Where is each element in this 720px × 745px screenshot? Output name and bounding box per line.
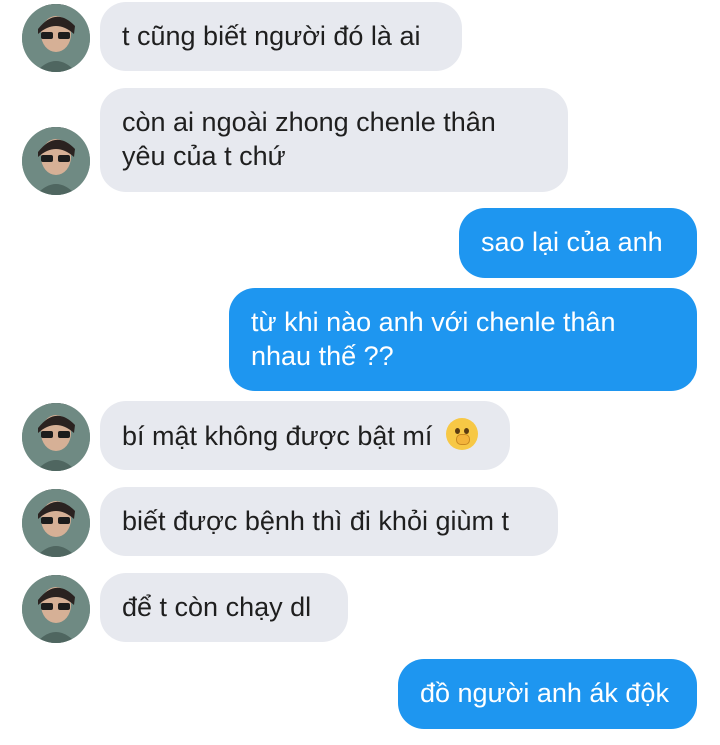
incoming-message-bubble[interactable]: để t còn chạy dl bbox=[100, 573, 348, 642]
outgoing-message-bubble[interactable]: từ khi nào anh với chenle thân nhau thế … bbox=[229, 288, 697, 391]
contact-avatar[interactable] bbox=[22, 127, 90, 195]
message-text: t cũng biết người đó là ai bbox=[122, 21, 421, 51]
message-text: biết được bệnh thì đi khỏi giùm t bbox=[122, 506, 509, 536]
contact-avatar[interactable] bbox=[22, 489, 90, 557]
contact-avatar[interactable] bbox=[22, 4, 90, 72]
message-text: còn ai ngoài zhong chenle thân yêu của t… bbox=[122, 107, 496, 171]
avatar-photo-icon bbox=[22, 4, 90, 72]
outgoing-message-bubble[interactable]: đồ người anh ák độk bbox=[398, 659, 697, 729]
avatar-photo-icon bbox=[22, 127, 90, 195]
outgoing-message-bubble[interactable]: sao lại của anh bbox=[459, 208, 697, 278]
message-text: bí mật không được bật mí bbox=[122, 421, 433, 451]
incoming-message-bubble[interactable]: bí mật không được bật mí bbox=[100, 401, 510, 470]
shushing-face-icon bbox=[445, 418, 478, 450]
incoming-message-bubble[interactable]: t cũng biết người đó là ai bbox=[100, 2, 462, 71]
incoming-message-bubble[interactable]: biết được bệnh thì đi khỏi giùm t bbox=[100, 487, 558, 556]
message-text: từ khi nào anh với chenle thân nhau thế … bbox=[251, 307, 616, 371]
contact-avatar[interactable] bbox=[22, 403, 90, 471]
message-text: đồ người anh ák độk bbox=[420, 678, 669, 708]
avatar-photo-icon bbox=[22, 575, 90, 643]
message-text: sao lại của anh bbox=[481, 227, 663, 257]
avatar-photo-icon bbox=[22, 489, 90, 557]
avatar-photo-icon bbox=[22, 403, 90, 471]
incoming-message-bubble[interactable]: còn ai ngoài zhong chenle thân yêu của t… bbox=[100, 88, 568, 192]
message-text: để t còn chạy dl bbox=[122, 592, 312, 622]
contact-avatar[interactable] bbox=[22, 575, 90, 643]
